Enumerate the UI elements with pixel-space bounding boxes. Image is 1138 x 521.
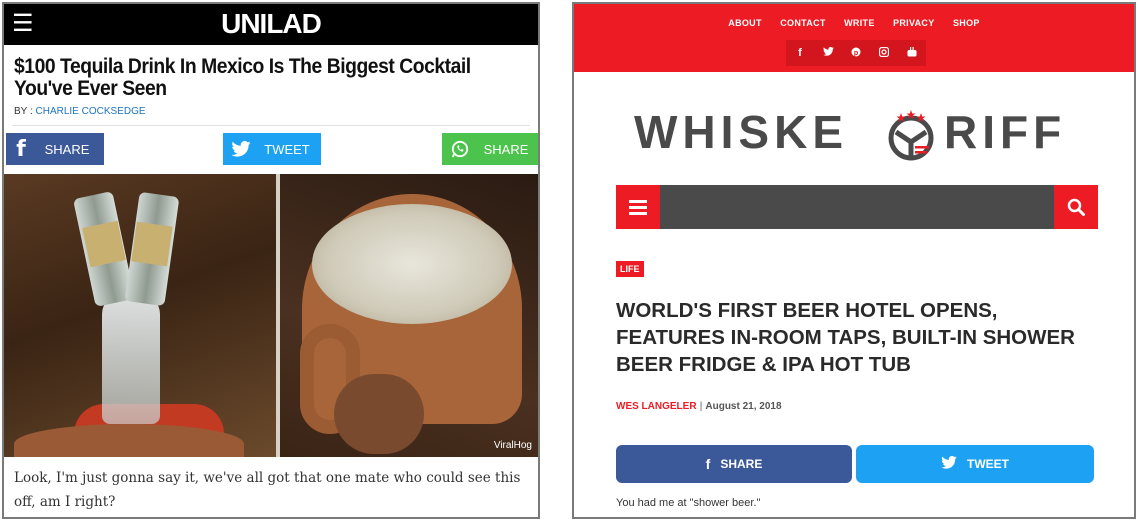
byline-prefix: BY :: [14, 106, 36, 117]
article-headline: WORLD'S FIRST BEER HOTEL OPENS, FEATURES…: [616, 299, 1075, 376]
whatsapp-share-label: SHARE: [483, 141, 529, 157]
category-badge[interactable]: LIFE: [616, 261, 644, 277]
whiskey-riff-article-panel: ABOUT CONTACT WRITE PRIVACY SHOP f p WHI…: [572, 2, 1136, 519]
search-icon: [1067, 198, 1085, 216]
twitter-share-button[interactable]: TWEET: [223, 133, 321, 165]
nav-shop[interactable]: SHOP: [953, 18, 980, 28]
whiskey-riff-emblem-icon: [888, 110, 934, 161]
search-button[interactable]: [1054, 185, 1098, 229]
article-body: You had me at "shower beer.": [616, 497, 761, 509]
article-video[interactable]: [4, 174, 538, 457]
unilad-article-panel: ☰ UNILAD $100 Tequila Drink In Mexico Is…: [2, 2, 540, 519]
divider: [12, 125, 530, 126]
facebook-share-button[interactable]: f SHARE: [616, 445, 852, 483]
author-link[interactable]: CHARLIE COCKSEDGE: [36, 106, 146, 117]
top-nav: ABOUT CONTACT WRITE PRIVACY SHOP: [574, 13, 1134, 31]
site-logo[interactable]: WHISKE RIFF: [634, 102, 1084, 162]
share-label: SHARE: [720, 457, 763, 471]
whatsapp-icon: [442, 133, 478, 165]
site-logo[interactable]: UNILAD: [4, 8, 538, 40]
nav-about[interactable]: ABOUT: [728, 18, 762, 28]
byline: BY : CHARLIE COCKSEDGE: [14, 106, 146, 117]
nav-privacy[interactable]: PRIVACY: [893, 18, 934, 28]
top-bar: ABOUT CONTACT WRITE PRIVACY SHOP f p: [574, 4, 1134, 72]
article-body: Look, I'm just gonna say it, we've all g…: [14, 470, 521, 510]
tweet-label: TWEET: [967, 457, 1009, 471]
menu-button[interactable]: [616, 185, 660, 229]
hamburger-icon: [629, 199, 647, 203]
nav-contact[interactable]: CONTACT: [780, 18, 825, 28]
facebook-icon[interactable]: f: [793, 47, 807, 59]
article-title: $100 Tequila Drink In Mexico Is The Bigg…: [14, 55, 471, 100]
publish-date: August 21, 2018: [705, 401, 782, 412]
whatsapp-share-button[interactable]: SHARE: [442, 133, 538, 165]
author-link[interactable]: WES LANGELER: [616, 401, 697, 412]
unilad-header: ☰ UNILAD: [4, 4, 538, 45]
twitter-icon: [941, 455, 957, 472]
facebook-icon: f: [16, 136, 26, 162]
video-credit: ViralHog: [493, 440, 532, 451]
pinterest-icon[interactable]: p: [849, 47, 863, 60]
twitter-share-button[interactable]: TWEET: [856, 445, 1094, 483]
instagram-icon[interactable]: [877, 46, 891, 60]
youtube-icon[interactable]: [905, 46, 919, 60]
logo-text-right: RIFF: [944, 106, 1067, 158]
twitter-icon: [223, 133, 259, 165]
facebook-share-label: SHARE: [44, 141, 90, 157]
facebook-share-button[interactable]: f SHARE: [6, 133, 104, 165]
nav-write[interactable]: WRITE: [844, 18, 875, 28]
search-bar: [616, 185, 1098, 229]
twitter-share-label: TWEET: [264, 141, 310, 157]
logo-text-left: WHISKE: [634, 106, 848, 158]
search-input[interactable]: [660, 185, 1054, 229]
facebook-icon: f: [705, 456, 711, 472]
article-meta: WES LANGELER | August 21, 2018: [616, 401, 782, 412]
svg-text:p: p: [854, 49, 858, 56]
twitter-icon[interactable]: [821, 46, 835, 59]
social-links: f p: [786, 40, 926, 66]
